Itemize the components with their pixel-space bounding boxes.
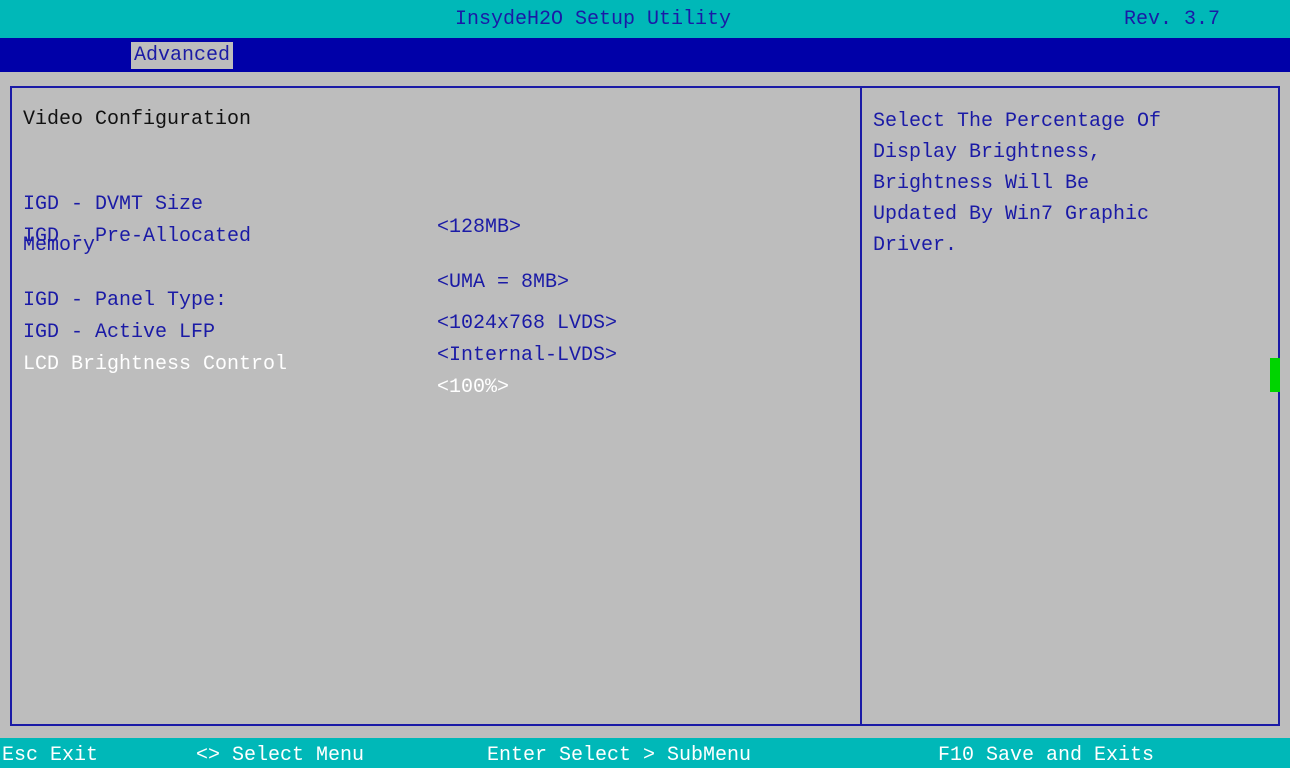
title-bar: InsydeH2O Setup Utility Rev. 3.7 (0, 0, 1290, 38)
status-key-esc: Esc Exit (2, 744, 99, 767)
revision-label: Rev. 3.7 (1124, 8, 1221, 31)
scroll-indicator (1270, 358, 1280, 392)
settings-panel: Video Configuration IGD - DVMT Size <128… (10, 86, 860, 726)
setting-label-continued: Memory (23, 234, 96, 257)
help-text: Select The Percentage Of Display Brightn… (873, 110, 1162, 257)
menu-bar: Advanced (0, 38, 1290, 72)
tab-advanced[interactable]: Advanced (131, 42, 234, 69)
setting-value[interactable]: <1024x768 LVDS> (437, 312, 617, 335)
setting-value[interactable]: <UMA = 8MB> (437, 271, 569, 294)
setting-value[interactable]: <128MB> (437, 216, 521, 239)
app-title: InsydeH2O Setup Utility (455, 8, 732, 31)
status-key-enter: Enter Select > SubMenu (487, 744, 752, 767)
setting-value[interactable]: <100%> (437, 376, 509, 399)
help-panel: Select The Percentage Of Display Brightn… (860, 86, 1280, 726)
section-title: Video Configuration (23, 108, 252, 131)
status-key-f10: F10 Save and Exits (938, 744, 1155, 767)
setting-value[interactable]: <Internal-LVDS> (437, 344, 617, 367)
main-area: Video Configuration IGD - DVMT Size <128… (0, 72, 1290, 738)
setting-row-lcd-brightness[interactable]: LCD Brightness Control <100%> (23, 330, 509, 422)
status-key-select-menu: <> Select Menu (196, 744, 365, 767)
setting-label: LCD Brightness Control (23, 353, 288, 376)
status-bar: Esc Exit <> Select Menu Enter Select > S… (0, 738, 1290, 768)
